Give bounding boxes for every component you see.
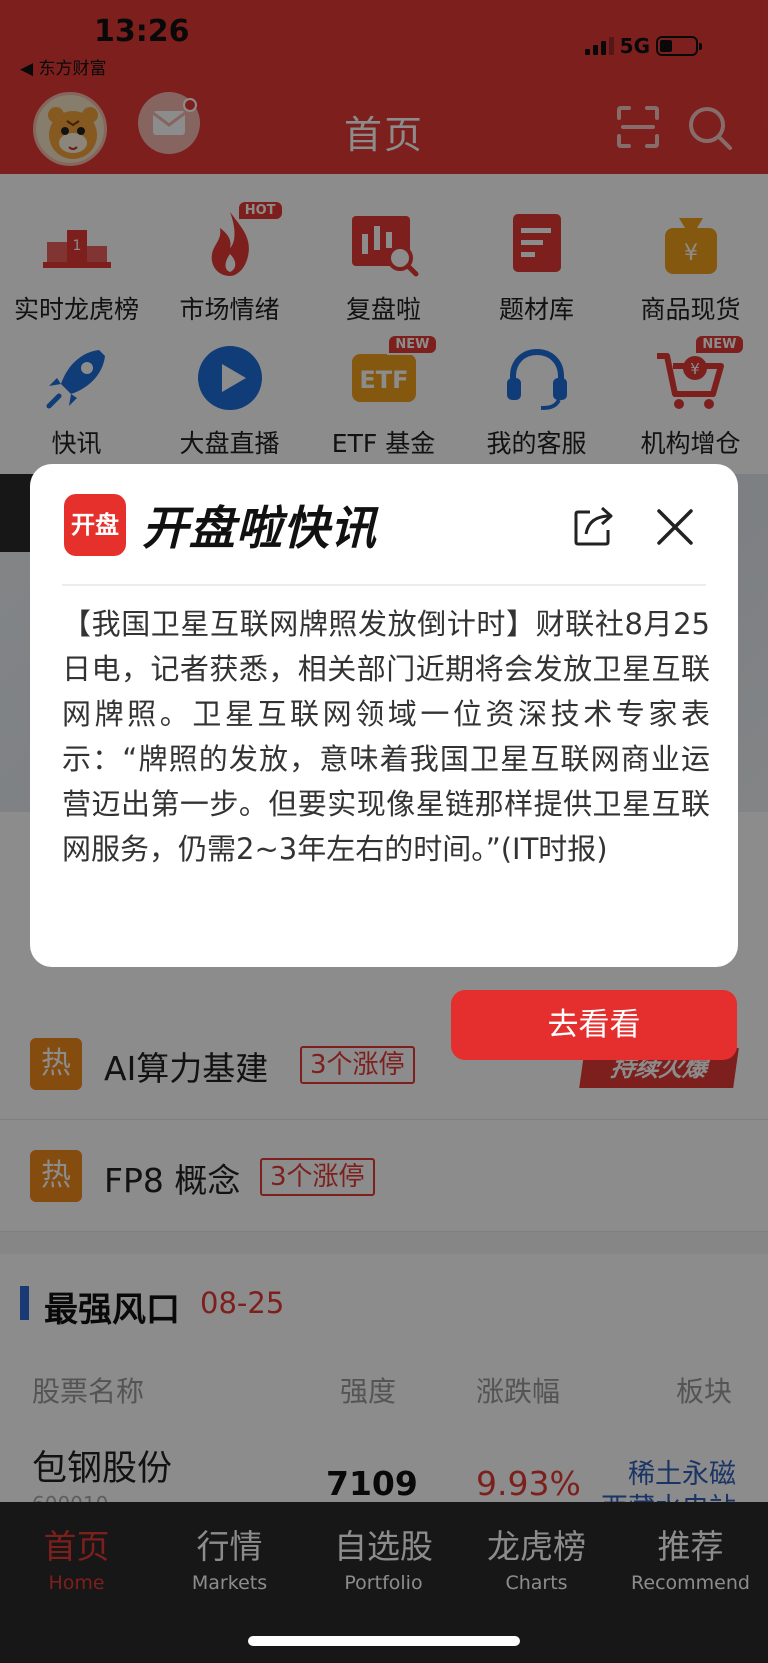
close-icon[interactable] (656, 508, 694, 546)
news-body: 【我国卫星互联网牌照发放倒计时】财联社8月25日电，记者获悉，相关部门近期将会发… (62, 607, 710, 866)
share-icon[interactable] (572, 504, 616, 548)
home-indicator[interactable] (248, 1636, 520, 1646)
app-logo: 开盘 (64, 494, 126, 556)
dialog-title: 开盘啦快讯 (142, 501, 377, 555)
news-flash-dialog: 开盘 开盘啦快讯 【我国卫星互联网牌照发放倒计时】财联社8月25日电，记者获悉，… (30, 464, 738, 967)
view-details-button[interactable]: 去看看 (451, 990, 737, 1060)
divider (62, 584, 706, 586)
